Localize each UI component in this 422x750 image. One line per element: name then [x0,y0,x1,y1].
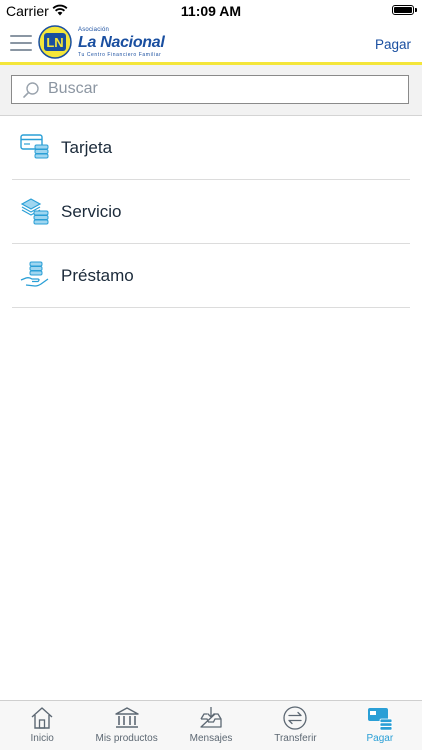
logo-mark-text: LN [46,35,63,50]
home-icon [31,707,53,729]
tab-label: Mensajes [189,733,233,744]
hamburger-menu-icon[interactable] [10,35,32,51]
logo-tagline: Tu Centro Financiero Familiar [78,52,162,58]
tab-inicio[interactable]: Inicio [0,701,84,750]
tab-mis-productos[interactable]: Mis productos [84,701,168,750]
hand-coins-icon [20,261,49,287]
status-bar: Carrier 11:09 AM [0,0,422,22]
battery-icon [392,5,417,15]
search-box[interactable] [11,75,409,104]
cash-stack-icon [20,198,49,225]
inbox-icon [200,707,222,728]
search-input[interactable] [48,76,398,102]
search-icon [23,82,39,98]
card-coins-icon [20,134,49,159]
list-item-servicio[interactable]: Servicio [12,180,410,244]
pay-icon [367,708,393,731]
logo-mark-icon: LN [38,25,72,59]
brand-logo: LN Asociación La Nacional Tu Centro Fina… [38,25,178,61]
pagar-nav-button[interactable]: Pagar [375,37,411,52]
list-item-tarjeta[interactable]: Tarjeta [12,116,410,180]
tab-label: Mis productos [95,733,158,744]
tab-mensajes[interactable]: Mensajes [169,701,253,750]
tab-transferir[interactable]: Transferir [253,701,337,750]
tab-label: Inicio [30,733,54,744]
tab-label: Pagar [366,733,394,744]
nav-bar: LN Asociación La Nacional Tu Centro Fina… [0,22,422,64]
list-item-label: Tarjeta [61,138,113,157]
tab-label: Transferir [274,733,317,744]
search-bar [0,65,422,116]
transfer-icon [283,706,308,730]
list-item-label: Servicio [61,202,122,221]
logo-small-text: Asociación [78,27,110,33]
list-item-label: Préstamo [61,266,134,285]
tab-pagar[interactable]: Pagar [338,701,422,750]
tab-bar: Inicio Mis productos Mensajes Transferir [0,700,422,750]
payment-options-list: Tarjeta Servicio Préstamo [12,116,410,308]
bank-icon [114,707,139,728]
logo-name-text: La Nacional [78,34,165,51]
clock: 11:09 AM [180,3,242,19]
list-item-prestamo[interactable]: Préstamo [12,244,410,308]
